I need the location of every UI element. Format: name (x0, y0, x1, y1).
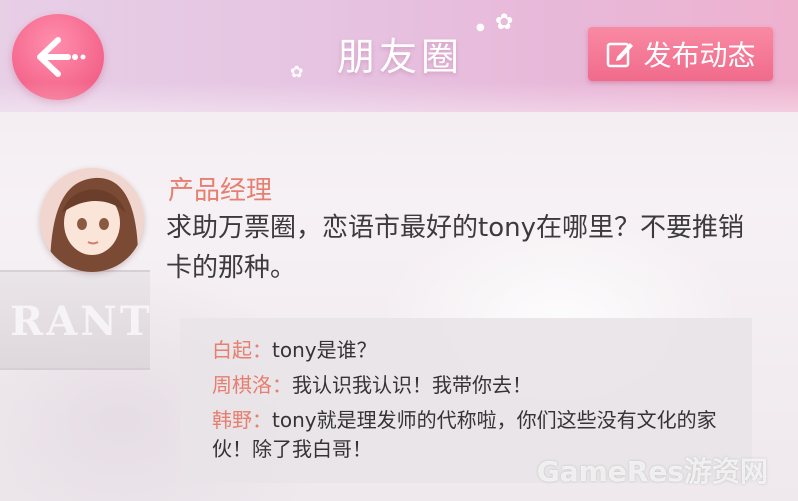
background-sign: RANT (0, 270, 150, 370)
post-status-button[interactable]: 发布动态 (588, 27, 773, 81)
post-author[interactable]: 产品经理 (168, 170, 272, 207)
comment-author[interactable]: 周棋洛： (212, 373, 292, 397)
edit-icon (607, 42, 634, 68)
sparkle-icon: ✿ (290, 62, 304, 81)
sparkle-icon: ✿ (495, 10, 514, 35)
post-status-label: 发布动态 (643, 39, 756, 72)
page-title: 朋友圈 (336, 35, 463, 79)
header-bar: 朋友圈 ✿ ✿ ● 发布动态 (0, 0, 798, 112)
comment-author[interactable]: 韩野： (212, 408, 272, 432)
comment-item: 白起：tony是谁？ (212, 336, 377, 365)
comment-item: 周棋洛：我认识我认识！我带你去！ (212, 371, 532, 400)
watermark: GameRes游资网 (536, 455, 768, 488)
comment-text: 我认识我认识！我带你去！ (292, 373, 532, 397)
back-arrow-icon (37, 37, 86, 77)
avatar[interactable] (40, 168, 144, 272)
sparkle-icon: ● (476, 22, 485, 33)
comment-author[interactable]: 白起： (212, 338, 272, 362)
back-button[interactable] (12, 14, 104, 100)
comment-text: tony是谁？ (272, 338, 377, 362)
post-text: 求助万票圈，恋语市最好的tony在哪里？不要推销卡的那种。 (166, 213, 744, 283)
